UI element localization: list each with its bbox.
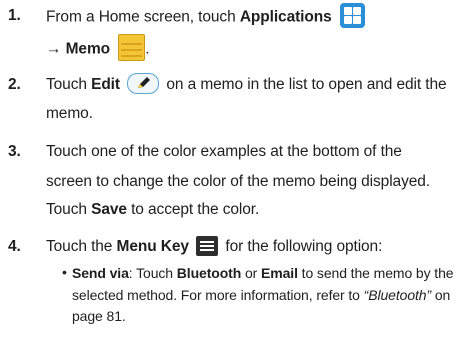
step-text: to accept the color. <box>126 201 260 218</box>
page-reference: page 81. <box>72 308 126 324</box>
arrow: → <box>46 40 66 58</box>
send-via-label: Send via <box>72 265 129 281</box>
step-number: 1. <box>8 7 21 24</box>
bluetooth-label: Bluetooth <box>176 265 242 281</box>
memo-label: Memo <box>65 40 110 58</box>
memo-note-icon <box>118 34 146 61</box>
step-1-line-1: From a Home screen, touch Applications <box>46 3 365 30</box>
step-4-line-1: Touch the Menu Key for the following opt… <box>46 235 383 258</box>
bullet-text: to send the memo by the <box>297 265 454 281</box>
step-text: on a memo in the list to open and edit t… <box>162 76 447 93</box>
menu-key-icon <box>196 235 219 256</box>
bullet-text: selected method. For more information, r… <box>72 287 364 303</box>
edit-pencil-icon <box>127 73 160 95</box>
email-label: Email <box>261 265 298 281</box>
step-text: Touch the <box>46 238 117 255</box>
step-number: 3. <box>8 143 21 160</box>
step-number: 4. <box>8 238 21 255</box>
step-2-line-1: Touch Edit on a memo in the list to open… <box>46 73 447 96</box>
bullet-line-3: page 81. <box>72 307 126 325</box>
save-label: Save <box>91 201 127 218</box>
bullet-text: on <box>431 287 451 303</box>
step-number: 2. <box>8 76 21 93</box>
menu-key-label: Menu Key <box>116 238 190 255</box>
bullet-dot: • <box>62 264 67 280</box>
step-text: From a Home screen, touch <box>46 8 240 26</box>
applications-grid-icon <box>339 3 365 28</box>
bullet-line-2: selected method. For more information, r… <box>72 286 450 304</box>
bluetooth-reference[interactable]: “Bluetooth” <box>364 287 431 303</box>
period: . <box>145 40 150 58</box>
step-3-line-3: Touch Save to accept the color. <box>46 199 259 221</box>
step-3-line-1: Touch one of the color examples at the b… <box>46 143 402 160</box>
bullet-text: or <box>241 265 262 281</box>
bullet-text: : Touch <box>128 265 177 281</box>
step-3-line-2: screen to change the color of the memo b… <box>46 173 430 190</box>
applications-label: Applications <box>239 8 332 26</box>
edit-label: Edit <box>91 76 120 93</box>
step-1-line-2: → Memo . <box>46 34 150 63</box>
step-text: for the following option: <box>221 238 383 255</box>
step-2-line-2: memo. <box>46 105 93 122</box>
step-text: Touch <box>46 76 92 93</box>
bullet-line-1: Send via: Touch Bluetooth or Email to se… <box>72 264 454 282</box>
step-text: Touch <box>46 201 92 218</box>
